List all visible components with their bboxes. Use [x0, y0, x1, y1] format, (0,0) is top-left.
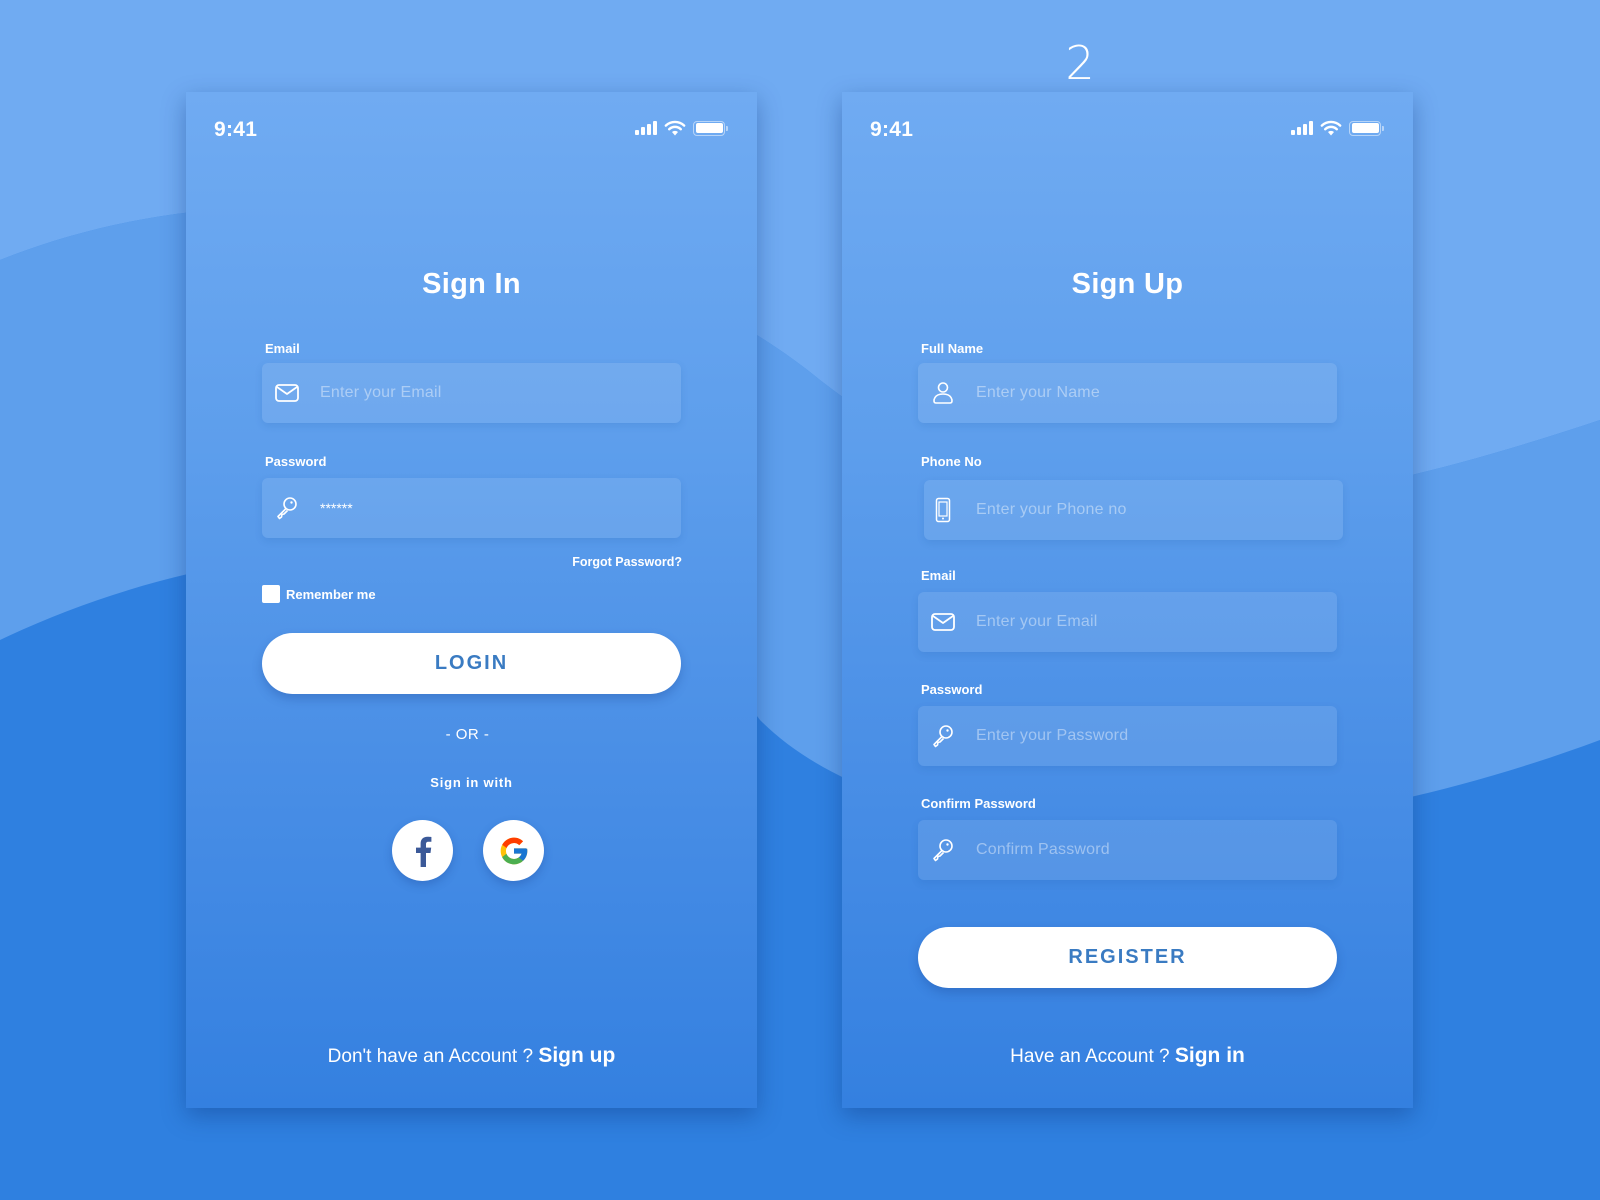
password-label: Password — [265, 454, 327, 469]
or-separator: - OR - — [445, 726, 490, 743]
phone-label: Phone No — [921, 454, 982, 469]
forgot-password-link[interactable]: Forgot Password? — [572, 555, 682, 569]
signal-icon — [1291, 121, 1313, 135]
mail-icon — [930, 609, 956, 635]
mail-icon — [274, 380, 300, 406]
google-icon — [500, 837, 527, 864]
signin-prompt-text: Have an Account ? — [1010, 1046, 1170, 1067]
full-name-placeholder: Enter your Name — [976, 384, 1100, 401]
page-title: Sign Up — [1071, 268, 1184, 300]
status-icons — [1291, 120, 1384, 136]
wifi-icon — [1320, 120, 1342, 136]
password-input[interactable]: Enter your Password — [918, 706, 1337, 766]
password-value: ****** — [320, 500, 353, 516]
google-login-button[interactable] — [483, 820, 544, 881]
phone-icon — [930, 497, 956, 523]
battery-icon — [693, 120, 728, 136]
signup-prompt: Don't have an Account ? Sign up — [186, 1044, 757, 1068]
sign-in-with-label: Sign in with — [430, 775, 513, 790]
status-time: 9:41 — [214, 118, 258, 141]
remember-me-label: Remember me — [286, 586, 376, 602]
confirm-password-placeholder: Confirm Password — [976, 841, 1110, 858]
key-icon — [930, 837, 956, 863]
email-input[interactable]: Enter your Email — [918, 592, 1337, 652]
sign-in-screen: 9:41 Sign In Email Enter your Email Pass… — [186, 92, 757, 1108]
facebook-icon — [415, 836, 431, 867]
password-placeholder: Enter your Password — [976, 727, 1129, 744]
status-bar: 9:41 — [186, 92, 757, 172]
email-input[interactable]: Enter your Email — [262, 363, 681, 423]
status-time: 9:41 — [870, 118, 914, 141]
user-icon — [930, 380, 956, 406]
phone-placeholder: Enter your Phone no — [976, 501, 1127, 518]
confirm-password-label: Confirm Password — [921, 796, 1036, 811]
email-label: Email — [265, 341, 300, 356]
password-label: Password — [921, 682, 983, 697]
password-input[interactable]: ****** — [262, 478, 681, 538]
signup-link[interactable]: Sign up — [538, 1044, 615, 1067]
remember-me-checkbox[interactable]: Remember me — [262, 585, 376, 603]
full-name-input[interactable]: Enter your Name — [918, 363, 1337, 423]
email-placeholder: Enter your Email — [976, 613, 1098, 630]
register-button[interactable]: REGISTER — [918, 927, 1337, 988]
signin-prompt: Have an Account ? Sign in — [842, 1044, 1413, 1068]
status-bar: 9:41 — [842, 92, 1413, 172]
facebook-login-button[interactable] — [392, 820, 453, 881]
email-label: Email — [921, 568, 956, 583]
phone-input[interactable]: Enter your Phone no — [924, 480, 1343, 540]
screen-number: 2 — [1065, 36, 1095, 90]
key-icon — [930, 723, 956, 749]
checkbox[interactable] — [262, 585, 280, 603]
page-title: Sign In — [422, 268, 521, 300]
email-placeholder: Enter your Email — [320, 384, 442, 401]
signup-prompt-text: Don't have an Account ? — [327, 1046, 534, 1067]
confirm-password-input[interactable]: Confirm Password — [918, 820, 1337, 880]
login-button[interactable]: LOGIN — [262, 633, 681, 694]
wifi-icon — [664, 120, 686, 136]
key-icon — [274, 495, 300, 521]
status-icons — [635, 120, 728, 136]
sign-up-screen: 9:41 Sign Up Full Name Enter your Name P… — [842, 92, 1413, 1108]
battery-icon — [1349, 120, 1384, 136]
signin-link[interactable]: Sign in — [1175, 1044, 1245, 1067]
signal-icon — [635, 121, 657, 135]
full-name-label: Full Name — [921, 341, 984, 356]
